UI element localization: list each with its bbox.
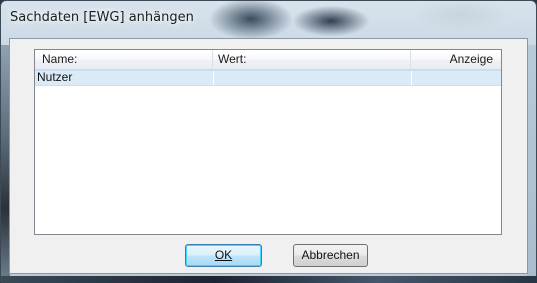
- list-header: Name: Wert: Anzeige: [35, 50, 501, 70]
- window-frame-right: [527, 45, 536, 279]
- list-row[interactable]: Nutzer: [35, 70, 501, 86]
- column-header-name[interactable]: Name:: [35, 50, 213, 69]
- column-header-wert[interactable]: Wert:: [213, 50, 411, 69]
- dialog-client-area: Name: Wert: Anzeige Nutzer OK Abbrechen: [9, 38, 528, 274]
- window-title: Sachdaten [EWG] anhängen: [10, 10, 194, 25]
- cancel-button[interactable]: Abbrechen: [293, 244, 368, 267]
- dialog-window: Sachdaten [EWG] anhängen Name: Wert: Anz…: [0, 0, 537, 283]
- cell-name: Nutzer: [37, 71, 73, 84]
- ok-label: OK: [214, 248, 233, 262]
- column-header-anzeige[interactable]: Anzeige: [411, 50, 501, 69]
- title-bar[interactable]: Sachdaten [EWG] anhängen: [1, 1, 536, 39]
- ok-button[interactable]: OK: [185, 244, 262, 267]
- cell-anzeige[interactable]: [411, 71, 501, 85]
- cell-wert[interactable]: [213, 71, 411, 85]
- attribute-list[interactable]: Name: Wert: Anzeige Nutzer: [34, 49, 502, 235]
